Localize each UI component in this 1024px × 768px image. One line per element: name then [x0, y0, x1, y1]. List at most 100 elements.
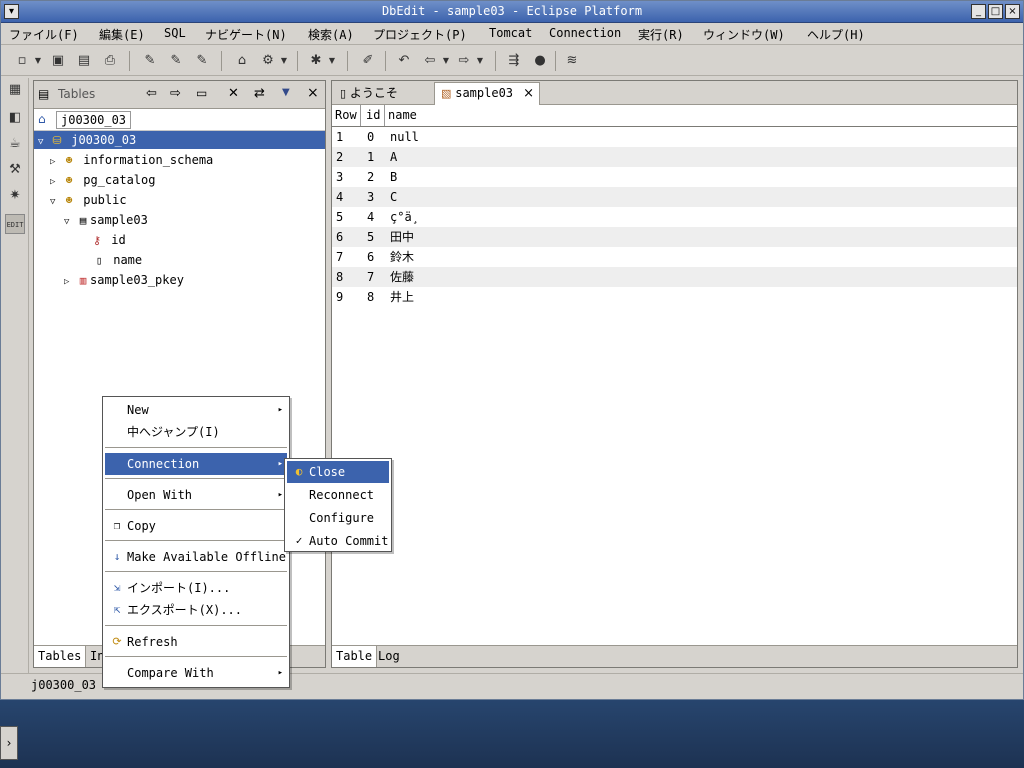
cell-name[interactable]: 田中	[390, 227, 414, 247]
expand-arrow-icon[interactable]: ▷	[50, 173, 62, 191]
minimize-button[interactable]: _	[971, 4, 986, 19]
save-icon[interactable]: ▣	[49, 52, 67, 70]
column-header-id[interactable]: id	[362, 105, 385, 126]
menu-item-export[interactable]: ⇱ エクスポート(X)...	[105, 599, 287, 621]
menu-item-make-offline[interactable]: ↓ Make Available Offline	[105, 546, 287, 568]
tab-tables[interactable]: Tables	[34, 646, 87, 667]
menu-search[interactable]: 検索(A)	[308, 26, 354, 43]
cell-row[interactable]: 5	[336, 207, 343, 227]
pin-icon[interactable]: ✐	[359, 52, 377, 70]
tree-item-public[interactable]: ▽ ☻ public	[50, 191, 127, 209]
menu-item-close[interactable]: ◐ Close	[287, 461, 389, 483]
close-tab-icon[interactable]: ×	[523, 83, 534, 104]
open-connection-icon[interactable]: ⌂	[233, 52, 251, 70]
menu-connection[interactable]: Connection	[549, 26, 621, 40]
debug-perspective-icon[interactable]: ✷	[5, 186, 25, 206]
cell-id[interactable]: 2	[367, 167, 374, 187]
menu-navigate[interactable]: ナビゲート(N)	[205, 26, 287, 43]
expand-arrow-icon[interactable]: ▷	[64, 273, 76, 291]
menu-item-reconnect[interactable]: Reconnect	[287, 484, 389, 506]
menu-item-import[interactable]: ⇲ インポート(I)...	[105, 577, 287, 599]
sql-exec-icon[interactable]: ⇶	[505, 52, 523, 70]
tree-item-id[interactable]: ⚷ id	[90, 231, 126, 249]
collapse-arrow-icon[interactable]: ▽	[64, 213, 76, 231]
cell-name[interactable]: 鈴木	[390, 247, 414, 267]
table-row[interactable]: 3 2 B	[332, 167, 1017, 187]
menu-item-refresh[interactable]: ⟳ Refresh	[105, 631, 287, 653]
tab-log[interactable]: Log	[378, 646, 400, 667]
collapse-arrow-icon[interactable]: ▽	[50, 193, 62, 211]
tree-item-database[interactable]: ▽ ⛁ j00300_03	[34, 131, 325, 149]
cell-name[interactable]: A	[390, 147, 397, 167]
cell-id[interactable]: 0	[367, 127, 374, 147]
menu-help[interactable]: ヘルプ(H)	[807, 26, 865, 43]
maximize-button[interactable]: □	[988, 4, 1003, 19]
tree-item-information-schema[interactable]: ▷ ☻ information_schema	[50, 151, 213, 169]
menu-window[interactable]: ウィンドウ(W)	[703, 26, 785, 43]
menu-item-compare-with[interactable]: Compare With ▸	[105, 662, 287, 684]
new-dropdown-icon[interactable]: ▼	[29, 52, 47, 70]
menu-item-new[interactable]: New ▸	[105, 399, 287, 421]
cell-row[interactable]: 9	[336, 287, 343, 307]
save-all-icon[interactable]: ▤	[75, 52, 93, 70]
tree-item-sample03-pkey[interactable]: ▷ ▥ sample03_pkey	[64, 271, 184, 289]
cell-row[interactable]: 2	[336, 147, 343, 167]
close-window-button[interactable]: ×	[1005, 4, 1020, 19]
menu-run[interactable]: 実行(R)	[638, 26, 684, 43]
column-header-row[interactable]: Row	[332, 105, 361, 126]
cell-id[interactable]: 8	[367, 287, 374, 307]
table-row[interactable]: 1 0 null	[332, 127, 1017, 147]
tree-item-pg-catalog[interactable]: ▷ ☻ pg_catalog	[50, 171, 155, 189]
cell-row[interactable]: 3	[336, 167, 343, 187]
tab-sample03[interactable]: ▧ sample03 ×	[434, 82, 540, 105]
column-header-name[interactable]: name	[388, 105, 417, 126]
cell-row[interactable]: 8	[336, 267, 343, 287]
cell-name[interactable]: B	[390, 167, 397, 187]
view-menu-icon[interactable]: ▼	[282, 87, 290, 98]
cell-id[interactable]: 4	[367, 207, 374, 227]
tab-welcome[interactable]: ▯ ようこそ	[334, 83, 404, 104]
tab-table[interactable]: Table	[332, 646, 378, 667]
java-perspective-icon[interactable]: ☕	[5, 134, 25, 154]
menu-item-go-into[interactable]: 中へジャンプ(I)	[105, 421, 287, 443]
db-tool-1-icon[interactable]: ✎	[141, 52, 159, 70]
menu-item-connection[interactable]: Connection ▸	[105, 453, 287, 475]
taskbar-expand-icon[interactable]: ›	[0, 726, 18, 760]
collapse-arrow-icon[interactable]: ▽	[38, 133, 50, 151]
expand-arrow-icon[interactable]: ▷	[50, 153, 62, 171]
cell-row[interactable]: 6	[336, 227, 343, 247]
link-editor-icon[interactable]: ⇄	[254, 86, 265, 101]
cell-name[interactable]: ç°ä¸	[390, 207, 419, 227]
menu-file[interactable]: ファイル(F)	[9, 26, 79, 43]
table-row[interactable]: 8 7 佐藤	[332, 267, 1017, 287]
debug-dropdown-icon[interactable]: ▼	[323, 52, 341, 70]
up-folder-icon[interactable]: ▭	[196, 86, 207, 100]
menu-sql[interactable]: SQL	[164, 26, 186, 40]
cell-row[interactable]: 4	[336, 187, 343, 207]
back-icon[interactable]: ⇦	[146, 86, 157, 101]
cell-name[interactable]: null	[390, 127, 419, 147]
back-dropdown-icon[interactable]: ▼	[437, 52, 455, 70]
menu-item-auto-commit[interactable]: ✓ Auto Commit	[287, 530, 389, 552]
table-row[interactable]: 9 8 井上	[332, 287, 1017, 307]
menu-item-configure[interactable]: Configure	[287, 507, 389, 529]
tree-item-sample03[interactable]: ▽ ▤ sample03	[64, 211, 148, 229]
cell-row[interactable]: 7	[336, 247, 343, 267]
cell-id[interactable]: 6	[367, 247, 374, 267]
forward-icon[interactable]: ⇨	[170, 86, 181, 101]
open-perspective-icon[interactable]: ▦	[5, 80, 25, 100]
resource-perspective-icon[interactable]: ◧	[5, 108, 25, 128]
breadcrumb-item[interactable]: j00300_03	[56, 111, 132, 129]
table-row[interactable]: 7 6 鈴木	[332, 247, 1017, 267]
cell-id[interactable]: 1	[367, 147, 374, 167]
last-edit-icon[interactable]: ↶	[395, 52, 413, 70]
print-icon[interactable]: ⎙	[101, 52, 119, 70]
tree-item-name[interactable]: ▯ name	[92, 251, 142, 269]
db-tool-2-icon[interactable]: ✎	[167, 52, 185, 70]
table-row[interactable]: 6 5 田中	[332, 227, 1017, 247]
menu-item-open-with[interactable]: Open With ▸	[105, 484, 287, 506]
cell-name[interactable]: 井上	[390, 287, 414, 307]
db-tool-3-icon[interactable]: ✎	[193, 52, 211, 70]
cell-id[interactable]: 3	[367, 187, 374, 207]
dbedit-perspective-icon[interactable]: EDIT	[5, 214, 25, 234]
